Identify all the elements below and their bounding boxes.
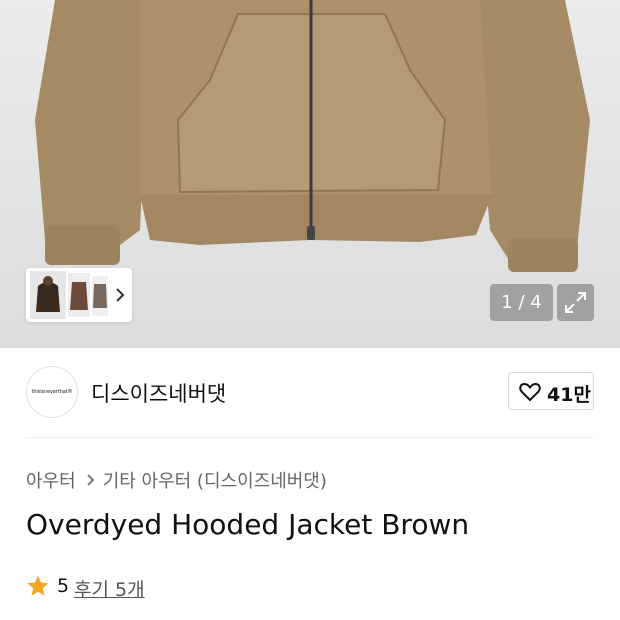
product-image-gallery[interactable]: 1 / 4 [0, 0, 620, 348]
expand-icon [565, 292, 586, 313]
brand-row[interactable]: thisisneverthat® 디스이즈네버댓 41만 [26, 366, 594, 418]
breadcrumb-category[interactable]: 아우터 [26, 471, 76, 492]
breadcrumb-subcategory[interactable]: 기타 아우터 (디스이즈네버댓) [103, 471, 327, 492]
like-count: 41만 [547, 384, 591, 406]
review-count-link[interactable]: 후기 5개 [74, 575, 145, 602]
chevron-right-icon [86, 471, 95, 492]
chevron-right-icon[interactable] [114, 286, 126, 304]
divider [26, 437, 594, 438]
thumbnail-strip[interactable] [26, 268, 132, 322]
brand-logo[interactable]: thisisneverthat® [26, 366, 78, 418]
product-title: Overdyed Hooded Jacket Brown [26, 508, 470, 541]
rating-score: 5 [57, 575, 70, 597]
star-icon [27, 575, 49, 596]
heart-icon [519, 382, 541, 402]
brand-name[interactable]: 디스이즈네버댓 [91, 378, 226, 408]
image-counter: 1 / 4 [490, 284, 553, 321]
like-button[interactable]: 41만 [508, 372, 594, 410]
expand-button[interactable] [557, 284, 594, 321]
breadcrumb: 아우터 기타 아우터 (디스이즈네버댓) [26, 467, 327, 493]
thumbnail-images[interactable] [26, 268, 116, 322]
